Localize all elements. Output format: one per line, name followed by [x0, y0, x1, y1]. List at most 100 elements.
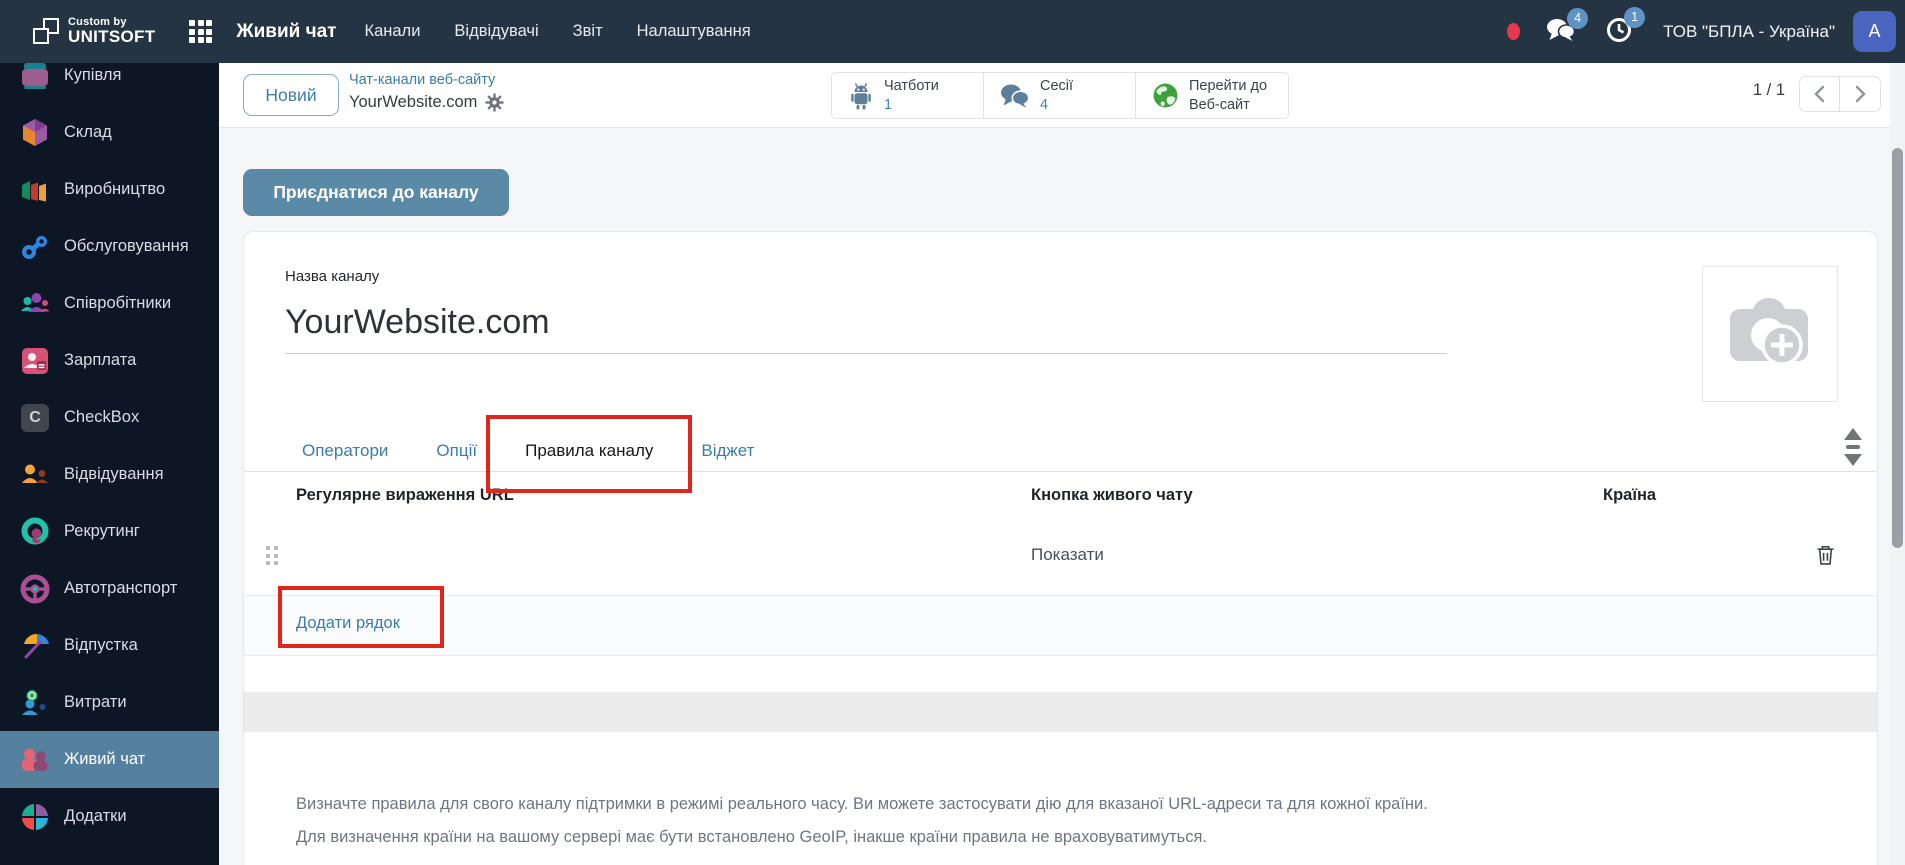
- messages-badge: 4: [1567, 8, 1588, 29]
- activity-badge: 1: [1624, 7, 1645, 28]
- fleet-icon: [20, 574, 50, 604]
- sidebar-item-label: Виробництво: [64, 180, 165, 199]
- join-channel-button[interactable]: Приєднатися до каналу: [243, 169, 509, 216]
- unitsoft-logo: Custom by UNITSOFT: [33, 17, 155, 46]
- top-menu: Канали Відвідувачі Звіт Налаштування: [364, 22, 750, 41]
- sidebar-item-label: Відпустка: [64, 636, 138, 655]
- tab-channel-rules[interactable]: Правила каналу: [501, 431, 677, 471]
- tab-options[interactable]: Опції: [412, 431, 501, 471]
- breadcrumb-parent[interactable]: Чат-канали веб-сайту: [349, 70, 504, 91]
- sidebar-item-payroll[interactable]: Зарплата: [0, 332, 219, 389]
- pager-previous-button[interactable]: [1799, 76, 1840, 112]
- tabs-divider: [244, 471, 1877, 472]
- sidebar-item-label: Відвідування: [64, 465, 164, 484]
- activity-clock-icon[interactable]: 1: [1606, 16, 1633, 48]
- channel-name-label: Назва каналу: [285, 268, 379, 285]
- scrollbar-thumb[interactable]: [1892, 148, 1903, 548]
- table-row[interactable]: Показати: [244, 517, 1877, 596]
- empty-row-stripe: [244, 692, 1877, 732]
- scroll-down-icon[interactable]: [1844, 454, 1862, 466]
- logo-unitsoft: UNITSOFT: [68, 28, 155, 46]
- top-bar: Custom by UNITSOFT Живий чат Канали Відв…: [0, 0, 1905, 63]
- status-red-dot: [1507, 23, 1520, 40]
- channel-name-input[interactable]: [285, 292, 1447, 354]
- tab-operators[interactable]: Оператори: [278, 431, 412, 471]
- expenses-icon: [20, 688, 50, 718]
- sidebar-item-manufacturing[interactable]: Виробництво: [0, 161, 219, 218]
- sidebar-item-label: Живий чат: [64, 750, 145, 769]
- menu-report[interactable]: Звіт: [573, 22, 603, 41]
- channel-image-placeholder[interactable]: [1702, 266, 1838, 402]
- sidebar-item-employees[interactable]: Співробітники: [0, 275, 219, 332]
- apps-grid-icon[interactable]: [189, 20, 212, 43]
- sidebar-item-label: CheckBox: [64, 408, 139, 427]
- scroll-up-icon[interactable]: [1844, 428, 1862, 440]
- sidebar-item-label: Зарплата: [64, 351, 136, 370]
- scroll-bar-icon: [1846, 445, 1860, 449]
- gear-icon[interactable]: [485, 93, 504, 112]
- breadcrumb: Чат-канали веб-сайту YourWebsite.com: [349, 70, 504, 115]
- help-line-1: Визначте правила для свого каналу підтри…: [296, 788, 1428, 821]
- company-switcher[interactable]: ТОВ "БПЛА - Україна": [1663, 22, 1835, 42]
- sidebar-item-maintenance[interactable]: Обслуговування: [0, 218, 219, 275]
- sidebar-item-expenses[interactable]: Витрати: [0, 674, 219, 731]
- main-area: Новий Чат-канали веб-сайту YourWebsite.c…: [219, 63, 1905, 865]
- sidebar-item-label: Рекрутинг: [64, 522, 140, 541]
- purchase-icon: [20, 63, 50, 91]
- sidebar-item-label: Купівля: [64, 66, 121, 85]
- stat-chatbots-label: Чатботи: [884, 77, 939, 95]
- stat-sessions-value: 4: [1040, 96, 1073, 114]
- sidebar-item-label: Склад: [64, 123, 112, 142]
- current-app-title[interactable]: Живий чат: [236, 21, 336, 43]
- maintenance-icon: [20, 232, 50, 262]
- sidebar-item-purchase[interactable]: Купівля: [0, 63, 219, 104]
- sidebar-item-attendance[interactable]: Відвідування: [0, 446, 219, 503]
- stat-sessions-label: Сесії: [1040, 77, 1073, 95]
- app-sidebar: Купівля Склад Виробництво Обслуговування…: [0, 63, 219, 865]
- pager-next-button[interactable]: [1840, 76, 1881, 112]
- breadcrumb-current: YourWebsite.com: [349, 91, 477, 115]
- trash-icon[interactable]: [1816, 544, 1835, 571]
- robot-icon: [848, 82, 874, 110]
- inventory-icon: [20, 118, 50, 148]
- row-action-value[interactable]: Показати: [1031, 545, 1104, 565]
- sidebar-item-livechat[interactable]: Живий чат: [0, 731, 219, 788]
- page-scrollbar[interactable]: [1890, 63, 1905, 865]
- sidebar-item-label: Обслуговування: [64, 237, 189, 256]
- livechat-icon: [20, 745, 50, 775]
- messages-icon[interactable]: 4: [1546, 17, 1576, 47]
- sidebar-item-checkbox[interactable]: C CheckBox: [0, 389, 219, 446]
- drag-handle-icon[interactable]: [266, 546, 278, 565]
- tab-widget[interactable]: Віджет: [677, 431, 778, 471]
- new-button[interactable]: Новий: [243, 74, 339, 116]
- sidebar-item-fleet[interactable]: Автотранспорт: [0, 560, 219, 617]
- stat-chatbots-value: 1: [884, 96, 939, 114]
- add-row-link[interactable]: Додати рядок: [296, 614, 400, 633]
- control-panel: Новий Чат-канали веб-сайту YourWebsite.c…: [219, 63, 1905, 128]
- chat-bubbles-icon: [1000, 83, 1030, 109]
- sidebar-item-apps[interactable]: Додатки: [0, 788, 219, 845]
- recruitment-icon: [20, 517, 50, 547]
- apps-icon: [20, 802, 50, 832]
- checkbox-icon: C: [20, 403, 50, 433]
- menu-visitors[interactable]: Відвідувачі: [454, 22, 538, 41]
- menu-channels[interactable]: Канали: [364, 22, 420, 41]
- channel-form-card: Назва каналу Оператори Опції Правила кан…: [243, 231, 1878, 865]
- rules-table-header: Регулярне вираження URL Кнопка живого ча…: [244, 481, 1877, 517]
- menu-settings[interactable]: Налаштування: [637, 22, 751, 41]
- payroll-icon: [20, 346, 50, 376]
- sidebar-item-timeoff[interactable]: Відпустка: [0, 617, 219, 674]
- stat-chatbots-button[interactable]: Чатботи 1: [832, 73, 984, 118]
- go-to-website-line1: Перейти до: [1189, 77, 1267, 95]
- go-to-website-button[interactable]: Перейти до Веб-сайт: [1136, 73, 1288, 118]
- stat-button-group: Чатботи 1 Сесії 4 Перейти до Веб-сайт: [831, 72, 1289, 119]
- help-text: Визначте правила для свого каналу підтри…: [296, 788, 1428, 854]
- stat-sessions-button[interactable]: Сесії 4: [984, 73, 1136, 118]
- sidebar-item-recruitment[interactable]: Рекрутинг: [0, 503, 219, 560]
- user-avatar[interactable]: A: [1853, 11, 1896, 52]
- chevron-left-icon: [1814, 85, 1825, 103]
- sidebar-item-label: Додатки: [64, 807, 127, 826]
- sidebar-item-label: Співробітники: [64, 294, 171, 313]
- sidebar-item-inventory[interactable]: Склад: [0, 104, 219, 161]
- notebook-tabs: Оператори Опції Правила каналу Віджет: [278, 431, 778, 471]
